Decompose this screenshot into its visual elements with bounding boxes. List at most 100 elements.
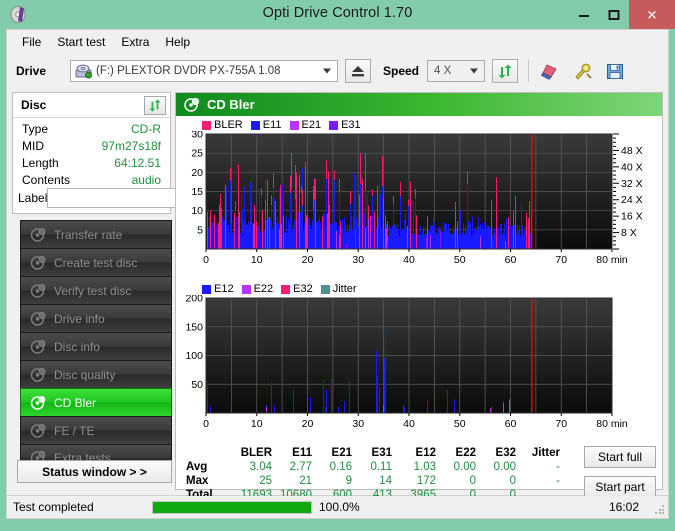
row-label-avg: Avg [186,461,208,473]
start-full-button[interactable]: Start full [584,446,656,468]
disc-row-value: CD-R [131,121,161,136]
svg-text:50: 50 [454,254,466,266]
start-full-label: Start full [597,450,642,464]
svg-text:30: 30 [191,131,203,141]
legend-item-e21: E21 [289,119,322,131]
status-message: Test completed [13,500,94,514]
disc-magnifier-icon [184,97,200,112]
col-bler: BLER [240,447,272,459]
disc-gear-icon [30,395,46,410]
disc-row-value: 64:12.51 [114,155,161,170]
sidebar-item-label: Disc quality [54,367,116,382]
minimize-button[interactable] [569,0,599,29]
speed-select[interactable]: 4 X [427,60,486,82]
svg-text:80 min: 80 min [596,254,628,266]
sidebar-item-disc-quality[interactable]: Disc quality [20,360,172,388]
sidebar-item-transfer-rate[interactable]: Transfer rate [20,220,172,248]
svg-text:80 min: 80 min [596,418,628,430]
cell-max-e32: 0 [509,475,516,487]
svg-text:20: 20 [302,254,314,266]
svg-text:40: 40 [403,418,415,430]
legend-item-e31: E31 [329,119,361,131]
disc-row-type: Type CD-R [13,120,170,137]
svg-text:40: 40 [403,254,415,266]
menu-help[interactable]: Help [157,33,198,51]
svg-text:70: 70 [555,254,567,266]
label-row: Label [13,185,249,211]
refresh-icon [498,64,512,78]
eject-button[interactable] [345,59,371,83]
svg-text:25: 25 [191,148,203,160]
svg-text:24 X: 24 X [621,194,643,206]
sidebar-item-disc-info[interactable]: Disc info [20,332,172,360]
resize-grip[interactable] [655,505,665,515]
stats-table: BLER E11 E21 E31 E12 E22 E32 Jitter Avg … [184,446,560,502]
progress-bar [152,500,312,514]
speed-label: Speed [383,64,420,78]
sidebar-item-label: Disc info [54,339,101,354]
chevron-down-icon [323,68,331,74]
col-e12: E12 [415,447,436,459]
cell-avg-e11: 2.77 [289,461,312,473]
svg-text:50: 50 [191,379,203,391]
main-panel-title: CD Bler [207,97,255,112]
legend-swatch [202,120,211,130]
drive-icon [75,64,92,78]
disc-refresh-button[interactable] [144,96,166,115]
cell-avg-e31: 0.11 [370,461,392,473]
main-panel: CD Bler BLER E11 E21 E31 5 10 15 20 25 3… [175,92,663,501]
disc-row-key: Length [22,155,59,170]
col-e31: E31 [371,447,392,459]
legend-label: E21 [301,119,322,131]
drive-select[interactable]: (F:) PLEXTOR DVDR PX-755A 1.08 [70,60,338,82]
menu-file[interactable]: File [14,33,49,51]
eject-icon [352,66,364,77]
status-window-button[interactable]: Status window > > [17,460,172,483]
progress-fill [153,501,311,513]
cell-max-e31: 14 [379,475,392,487]
svg-text:48 X: 48 X [621,145,643,157]
disc-gear-icon [30,255,46,270]
cd-bler-chart[interactable]: 5 10 15 20 25 30 8 X 16 X 24 X 32 X 40 X 48 X 0 10 20 3… [180,131,658,266]
maximize-button[interactable] [599,0,629,29]
toolbar-separator [528,60,530,82]
left-column: Disc Type CD-R MID 97m27s18f Length 64:1… [12,92,249,490]
sidebar-item-label: Transfer rate [54,227,123,242]
disc-gear-icon [30,283,46,298]
close-button[interactable]: ✕ [629,0,675,29]
sidebar-item-drive-info[interactable]: Drive info [20,304,172,332]
speed-value: 4 X [434,65,452,77]
svg-text:30: 30 [352,254,364,266]
col-e11: E11 [292,447,312,459]
save-button[interactable] [602,59,628,83]
menu-start-test[interactable]: Start test [49,33,113,51]
sidebar-item-cd-bler[interactable]: CD Bler [20,388,172,416]
start-part-button[interactable]: Start part [584,476,656,498]
tools-button[interactable] [569,59,595,83]
status-bar: Test completed 100.0% 16:02 [6,496,669,519]
cell-max-e22: 0 [469,475,476,487]
svg-text:60: 60 [505,418,517,430]
svg-text:15: 15 [191,186,203,198]
menu-bar: File Start test Extra Help [7,30,668,53]
disc-gear-icon [30,339,46,354]
refresh-drive-button[interactable] [492,59,519,83]
disc-gear-icon [30,423,46,438]
tools-icon [574,63,592,80]
disc-panel-header: Disc [13,93,170,118]
progress-percent: 100.0% [319,500,360,514]
eraser-button[interactable] [536,59,562,83]
cell-avg-bler: 3.04 [249,461,272,473]
sidebar-item-create-test-disc[interactable]: Create test disc [20,248,172,276]
legend-label: BLER [214,119,243,131]
sidebar-item-label: Verify test disc [54,283,132,298]
sidebar-item-verify-test-disc[interactable]: Verify test disc [20,276,172,304]
legend-label: E11 [262,119,282,131]
svg-text:100: 100 [185,350,203,362]
menu-extra[interactable]: Extra [113,33,157,51]
e12-chart[interactable]: 50 100 150 200 0 10 20 30 40 50 60 70 80 min [180,295,658,430]
label-caption: Label [18,191,48,205]
disc-row-key: MID [22,138,44,153]
sidebar-item-fe-te[interactable]: FE / TE [20,416,172,444]
legend-label: Jitter [332,283,357,295]
